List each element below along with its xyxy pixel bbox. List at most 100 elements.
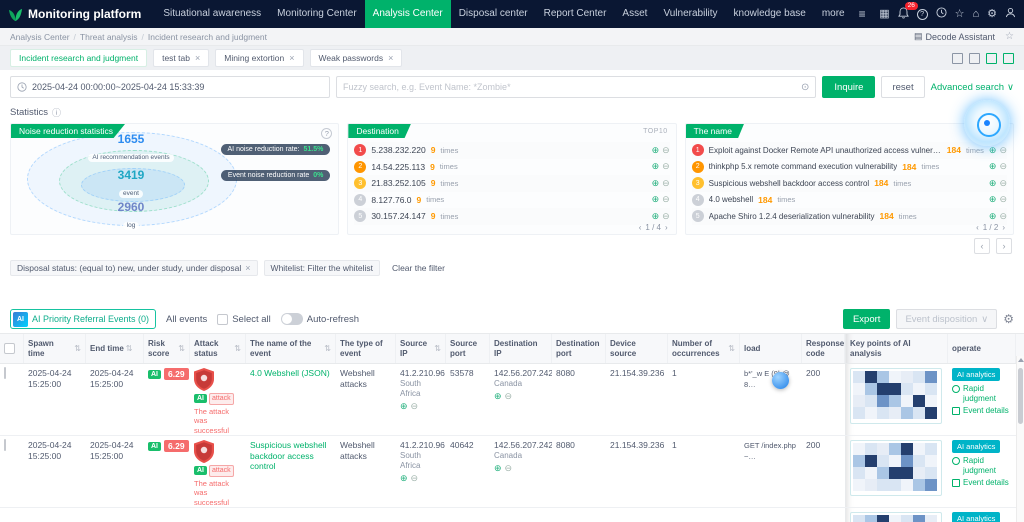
nav-item-situational-awareness[interactable]: Situational awareness	[155, 0, 269, 28]
ai-analytics-button[interactable]: AI analytics	[952, 368, 1000, 381]
export-button[interactable]: Export	[843, 309, 890, 329]
add-filter-icon[interactable]: ⊕	[652, 194, 660, 205]
destination-ip[interactable]: 142.56.207.242	[494, 368, 548, 379]
ai-priority-referral-button[interactable]: AI AI Priority Referral Events (0)	[10, 309, 156, 329]
apps-grid-icon[interactable]: ▦	[879, 9, 889, 20]
col-destination-port[interactable]: Destination port	[552, 334, 606, 363]
col-source-port[interactable]: Source port	[446, 334, 490, 363]
pager-prev-icon[interactable]: ‹	[639, 223, 642, 232]
home-icon[interactable]: ⌂	[972, 9, 979, 20]
add-filter-icon[interactable]: ⊕	[989, 145, 997, 156]
exclude-filter-icon[interactable]: ⊖	[662, 194, 670, 205]
nav-item-monitoring-center[interactable]: Monitoring Center	[269, 0, 364, 28]
nav-item-knowledge-base[interactable]: knowledge base	[726, 0, 814, 28]
col-destination-ip[interactable]: Destination IP	[490, 334, 552, 363]
col-occurrences[interactable]: Number of occurrences⇅	[668, 334, 740, 363]
col-load[interactable]: load	[740, 334, 802, 363]
add-filter-icon[interactable]: ⊕	[989, 161, 997, 172]
exclude-filter-icon[interactable]: ⊖	[411, 401, 419, 412]
ai-analysis-heatmap[interactable]	[850, 368, 942, 424]
list-item[interactable]: 4 8.127.76.0 9 times ⊕⊖	[354, 192, 669, 209]
sort-icon[interactable]: ⇅	[434, 344, 441, 353]
history-clock-icon[interactable]	[936, 7, 947, 21]
select-all-checkbox[interactable]	[217, 314, 228, 325]
sort-icon[interactable]: ⇅	[126, 344, 133, 353]
exclude-filter-icon[interactable]: ⊖	[662, 161, 670, 172]
scrollbar-thumb[interactable]	[1018, 368, 1023, 424]
col-source-ip[interactable]: Source IP⇅	[396, 334, 446, 363]
notifications-bell-icon[interactable]: 26	[898, 7, 909, 22]
filter-tag-disposal-status[interactable]: Disposal status: (equal to) new, under s…	[10, 260, 258, 276]
exclude-filter-icon[interactable]: ⊖	[999, 145, 1007, 156]
fuzzy-search-field[interactable]: ⊙	[336, 76, 816, 98]
col-attack-status[interactable]: Attack status⇅	[190, 334, 246, 363]
col-risk-score[interactable]: Risk score⇅	[144, 334, 190, 363]
filter-tag-whitelist[interactable]: Whitelist: Filter the whitelist	[264, 260, 381, 276]
nav-item-disposal-center[interactable]: Disposal center	[451, 0, 536, 28]
nav-item-report-center[interactable]: Report Center	[536, 0, 615, 28]
layout-view-icon-3[interactable]	[986, 53, 997, 64]
help-icon[interactable]: ?	[917, 9, 928, 20]
destination-ip[interactable]: 142.56.207.242	[494, 440, 548, 451]
col-device-source[interactable]: Device source	[606, 334, 668, 363]
nav-item-vulnerability[interactable]: Vulnerability	[655, 0, 725, 28]
event-name-link[interactable]: 4.0 Webshell (JSON)	[250, 368, 330, 378]
exclude-filter-icon[interactable]: ⊖	[662, 211, 670, 222]
advanced-search-link[interactable]: Advanced search ∨	[931, 82, 1014, 93]
user-profile-icon[interactable]	[1005, 7, 1016, 21]
list-item[interactable]: 5 30.157.24.147 9 times ⊕⊖	[354, 208, 669, 225]
pager-next-icon[interactable]: ›	[1002, 223, 1005, 232]
layout-view-icon-4[interactable]	[1003, 53, 1014, 64]
sort-icon[interactable]: ⇅	[178, 344, 185, 353]
exclude-filter-icon[interactable]: ⊖	[505, 463, 513, 474]
source-ip[interactable]: 41.2.210.96	[400, 440, 442, 451]
col-event-type[interactable]: The type of event	[336, 334, 396, 363]
row-checkbox[interactable]	[4, 439, 6, 451]
inquire-button[interactable]: Inquire	[822, 76, 875, 98]
tab-mining-extortion[interactable]: Mining extortion ×	[215, 49, 303, 67]
list-item[interactable]: 3 21.83.252.105 9 times ⊕⊖	[354, 175, 669, 192]
add-filter-icon[interactable]: ⊕	[652, 178, 660, 189]
tab-incident-research[interactable]: Incident research and judgment	[10, 49, 147, 67]
list-item[interactable]: 1 Exploit against Docker Remote API unau…	[692, 142, 1007, 159]
nav-item-more[interactable]: more	[814, 0, 853, 28]
ai-assistant-orb[interactable]	[964, 100, 1010, 146]
sort-icon[interactable]: ⇅	[324, 344, 331, 353]
row-checkbox[interactable]	[4, 367, 6, 379]
header-select-all-checkbox[interactable]	[4, 343, 15, 354]
pager-prev-icon[interactable]: ‹	[976, 223, 979, 232]
rapid-judgment-link[interactable]: Rapid judgment	[952, 456, 1012, 475]
tab-weak-passwords[interactable]: Weak passwords ×	[310, 49, 403, 67]
exclude-filter-icon[interactable]: ⊖	[505, 391, 513, 402]
sort-icon[interactable]: ⇅	[728, 344, 735, 353]
favorites-star-icon[interactable]: ☆	[955, 9, 965, 20]
table-settings-gear-icon[interactable]: ⚙	[1003, 312, 1014, 326]
exclude-filter-icon[interactable]: ⊖	[999, 194, 1007, 205]
exclude-filter-icon[interactable]: ⊖	[999, 178, 1007, 189]
add-filter-icon[interactable]: ⊕	[494, 391, 502, 402]
event-details-link[interactable]: Event details	[952, 406, 1009, 416]
reset-button[interactable]: reset	[881, 76, 924, 98]
list-item[interactable]: 3 Suspicious webshell backdoor access co…	[692, 175, 1007, 192]
add-filter-icon[interactable]: ⊕	[400, 401, 408, 412]
pager-next-icon[interactable]: ›	[665, 223, 668, 232]
date-range-field[interactable]	[10, 76, 330, 98]
scroll-up-arrow-icon[interactable]	[1018, 358, 1024, 362]
ai-analytics-button[interactable]: AI analytics	[952, 512, 1000, 522]
add-filter-icon[interactable]: ⊕	[989, 178, 997, 189]
decode-assistant-button[interactable]: ▤ Decode Assistant	[914, 31, 995, 42]
event-details-link[interactable]: Event details	[952, 478, 1009, 488]
list-item[interactable]: 4 4.0 webshell 184 times ⊕⊖	[692, 192, 1007, 209]
ai-analysis-heatmap[interactable]	[850, 512, 942, 522]
list-item[interactable]: 5 Apache Shiro 1.2.4 deserialization vul…	[692, 208, 1007, 225]
sort-icon[interactable]: ⇅	[234, 344, 241, 353]
tab-test-tab[interactable]: test tab ×	[153, 49, 209, 67]
close-tab-icon[interactable]: ×	[289, 53, 294, 63]
nav-item-analysis-center[interactable]: Analysis Center	[365, 0, 451, 28]
col-end-time[interactable]: End time⇅	[86, 334, 144, 363]
add-filter-icon[interactable]: ⊕	[989, 194, 997, 205]
list-item[interactable]: 1 5.238.232.220 9 times ⊕⊖	[354, 142, 669, 159]
breadcrumb-item-analysis-center[interactable]: Analysis Center	[10, 32, 70, 42]
exclude-filter-icon[interactable]: ⊖	[999, 211, 1007, 222]
layout-view-icon-2[interactable]	[969, 53, 980, 64]
